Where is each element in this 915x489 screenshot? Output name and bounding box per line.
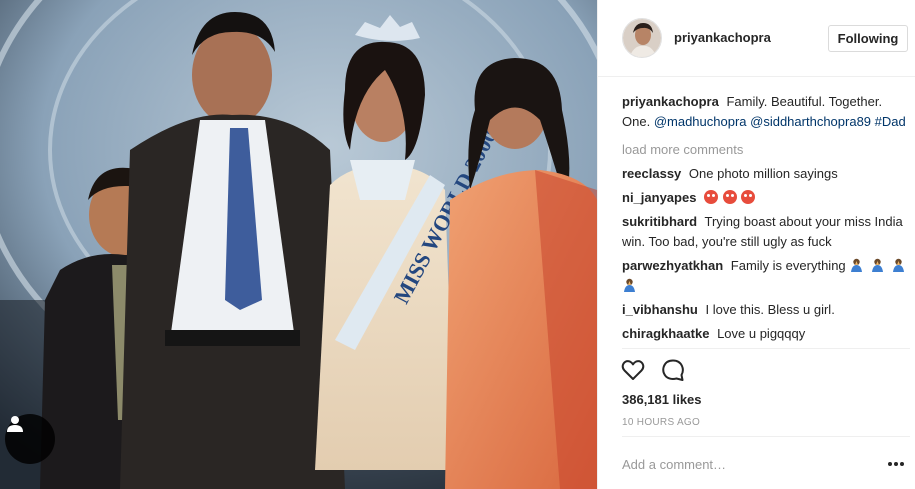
post-photo[interactable]: MISS WORLD 2000 xyxy=(0,0,597,489)
praying-hands-emoji-icon xyxy=(892,258,904,272)
more-options-button[interactable] xyxy=(888,457,906,471)
more-options-icon xyxy=(888,462,892,466)
comment-author-link[interactable]: i_vibhanshu xyxy=(622,302,698,317)
comment-author-link[interactable]: reeclassy xyxy=(622,166,681,181)
load-more-comments-link[interactable]: load more comments xyxy=(622,140,910,160)
comment-text: I love this. Bless u girl. xyxy=(705,302,835,317)
heart-eyes-emoji-group xyxy=(704,188,756,208)
hashtag-link-dad[interactable]: #Dad xyxy=(875,114,906,129)
user-tag-icon xyxy=(7,416,23,432)
comment-item: chiragkhaatke Love u pigqqqy xyxy=(622,324,910,344)
comment-item: i_vibhanshu I love this. Bless u girl. xyxy=(622,300,910,320)
praying-hands-emoji-icon xyxy=(851,258,863,272)
avatar[interactable] xyxy=(622,18,662,58)
add-comment-bar xyxy=(622,436,910,489)
heart-icon xyxy=(621,360,645,380)
divider xyxy=(622,348,910,349)
comment-text: Love u pigqqqy xyxy=(717,326,806,341)
heart-eyes-emoji-icon xyxy=(741,190,756,204)
comment-item: reeclassy One photo million sayings xyxy=(622,164,910,184)
mention-link-siddharthchopra89[interactable]: @siddharthchopra89 xyxy=(750,114,871,129)
comment-item: ni_janyapes xyxy=(622,188,910,208)
more-options-icon xyxy=(894,462,898,466)
heart-eyes-emoji-icon xyxy=(704,190,719,204)
comment-icon xyxy=(662,359,684,381)
user-tag-button[interactable] xyxy=(5,414,55,464)
praying-hands-emoji-icon xyxy=(871,258,883,272)
praying-hands-emoji-icon xyxy=(624,278,635,292)
comment-author-link[interactable]: ni_janyapes xyxy=(622,190,696,205)
comment-input[interactable] xyxy=(622,453,862,475)
username-link[interactable]: priyankachopra xyxy=(674,30,771,45)
comment-text: Family is everything xyxy=(730,258,846,273)
like-button[interactable] xyxy=(620,357,646,383)
comment-author-link[interactable]: parwezhyatkhan xyxy=(622,258,723,273)
comments-list: priyankachopra Family. Beautiful. Togeth… xyxy=(622,92,910,347)
post-side-panel: priyankachopra Following priyankachopra … xyxy=(597,0,915,489)
mention-link-madhuchopra[interactable]: @madhuchopra xyxy=(654,114,747,129)
caption-author-link[interactable]: priyankachopra xyxy=(622,94,719,109)
likes-count[interactable]: 386,181 likes xyxy=(622,392,702,407)
comment-item: parwezhyatkhan Family is everything xyxy=(622,256,910,296)
photo-illustration: MISS WORLD 2000 xyxy=(0,0,597,489)
instagram-post-view: MISS WORLD 2000 priyankachopra Following… xyxy=(0,0,915,489)
comment-item: sukritibhard Trying boast about your mis… xyxy=(622,212,910,252)
following-button[interactable]: Following xyxy=(828,25,908,52)
caption: priyankachopra Family. Beautiful. Togeth… xyxy=(622,92,910,132)
post-header: priyankachopra Following xyxy=(598,0,915,77)
comment-button[interactable] xyxy=(660,357,686,383)
post-actions xyxy=(620,357,686,385)
comment-author-link[interactable]: chiragkhaatke xyxy=(622,326,709,341)
more-options-icon xyxy=(900,462,904,466)
post-timestamp[interactable]: 10 HOURS AGO xyxy=(622,417,700,428)
heart-eyes-emoji-icon xyxy=(722,190,737,204)
comment-author-link[interactable]: sukritibhard xyxy=(622,214,697,229)
comment-text: One photo million sayings xyxy=(688,166,838,181)
avatar-image xyxy=(623,19,661,57)
